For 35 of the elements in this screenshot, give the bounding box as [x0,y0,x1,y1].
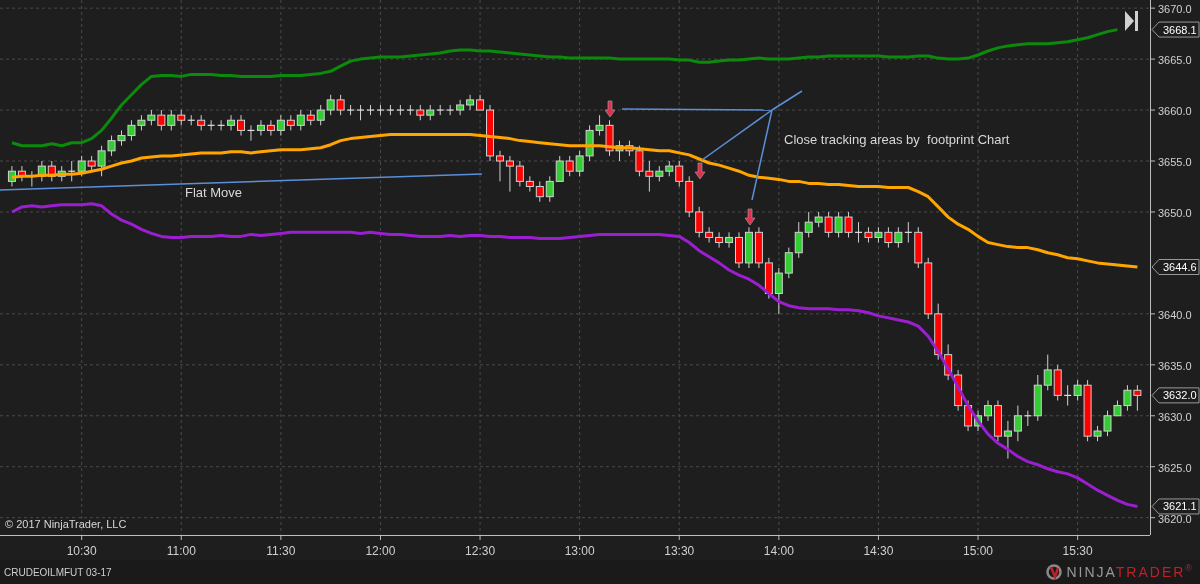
instrument-label: CRUDEOILMFUT 03-17 [4,565,112,580]
logo-text: NINJATRADER® [1066,561,1194,582]
time-label: 11:00 [166,544,196,558]
down-arrow [744,208,756,226]
copyright-text: © 2017 NinjaTrader, LLC [5,518,127,530]
down-arrow [694,162,706,180]
price-marker: 3621.1 [1151,498,1200,515]
time-label: 11:30 [266,544,296,558]
time-label: 15:00 [963,544,994,558]
annotation-text: Flat Move [185,185,243,200]
time-label: 14:00 [763,544,794,558]
price-label: 3635.0 [1158,359,1192,372]
price-label: 3670.0 [1158,3,1192,16]
price-label: 3620.0 [1158,512,1192,525]
price-label: 3655.0 [1158,156,1192,168]
price-marker: 3668.1 [1151,21,1200,38]
price-label: 3630.0 [1158,410,1192,423]
price-label: 3625.0 [1158,461,1192,474]
price-label: 3660.0 [1158,105,1192,118]
logo-icon [1046,564,1063,580]
price-label: 3650.0 [1158,206,1192,219]
time-label: 14:30 [863,544,894,558]
time-label: 10:30 [66,544,97,558]
time-label: 12:30 [465,544,496,558]
time-label: 13:00 [564,544,595,558]
price-label: 3665.0 [1158,54,1192,67]
time-label: 13:30 [664,544,695,558]
price-marker: 3644.6 [1151,259,1200,275]
price-marker: 3632.0 [1151,387,1200,404]
price-label: 3640.0 [1158,308,1192,321]
skip-to-end-icon[interactable] [1125,11,1138,31]
time-label: 12:00 [365,544,396,558]
down-arrow [604,100,616,118]
annotation-text: Close tracking areas by footprint Chart [784,132,1010,147]
time-label: 15:30 [1062,544,1093,558]
